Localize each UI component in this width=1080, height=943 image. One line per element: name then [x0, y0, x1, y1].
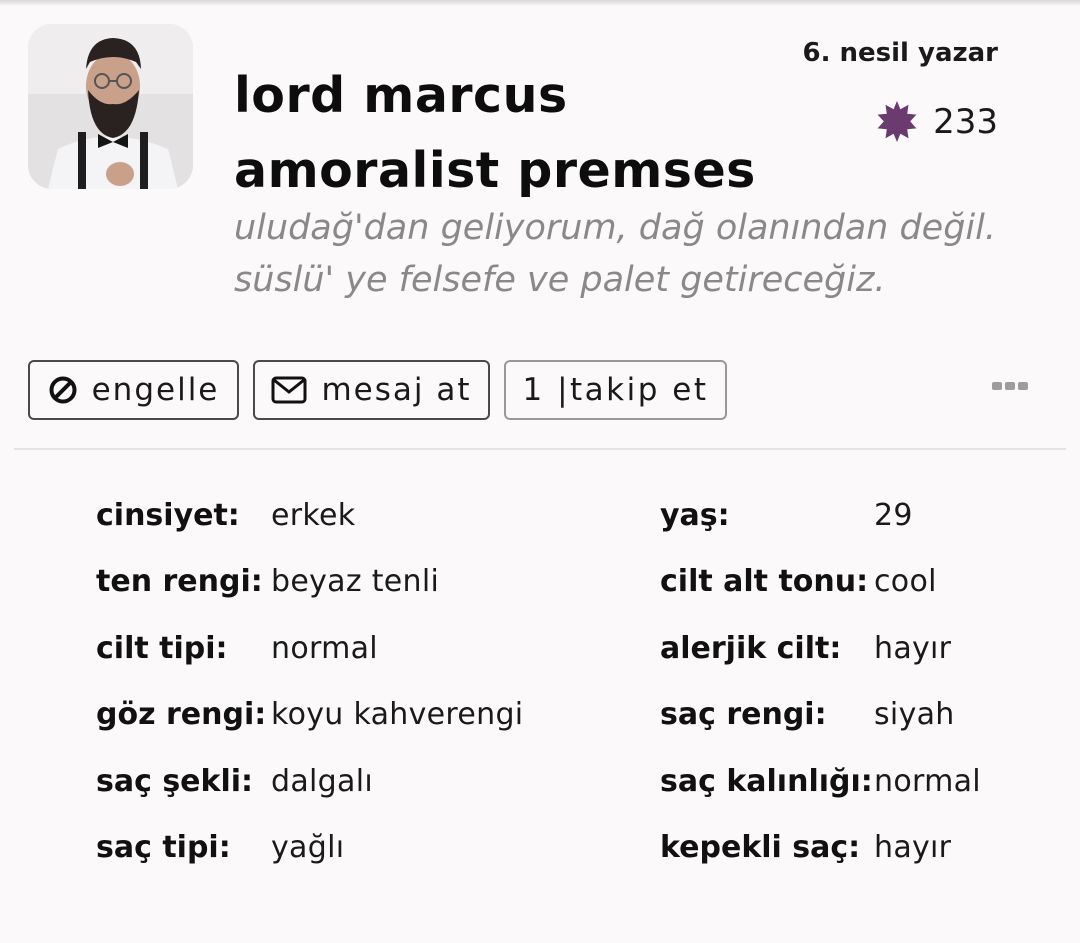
- attr-label: saç şekli:: [96, 764, 254, 799]
- attr-eye-color: göz rengi: koyu kahverengi: [96, 695, 523, 735]
- attr-allergic-skin: alerjik cilt: hayır: [660, 629, 951, 669]
- more-dots-icon[interactable]: [992, 382, 1028, 390]
- attr-hair-shape: saç şekli: dalgalı: [96, 762, 373, 802]
- attr-value: dalgalı: [271, 764, 373, 799]
- attr-value: hayır: [874, 631, 952, 666]
- purple-star-badge-icon: [877, 101, 917, 142]
- attr-dandruff: kepekli saç: hayır: [660, 828, 951, 868]
- attr-hair-type: saç tipi: yağlı: [96, 828, 344, 868]
- attr-value: hayır: [874, 830, 952, 865]
- attr-age: yaş: 29: [660, 496, 912, 536]
- bio-line2: süslü' ye felsefe ve palet getireceğiz.: [234, 260, 886, 300]
- attr-label: cilt alt tonu:: [660, 564, 869, 599]
- block-icon: [49, 376, 77, 404]
- more-dot: [1018, 382, 1028, 390]
- generation-label: 6. nesil yazar: [802, 38, 998, 68]
- follow-button-label: 1 |takip et: [522, 372, 709, 408]
- badge-score[interactable]: 233: [875, 100, 998, 144]
- attr-label: alerjik cilt:: [660, 631, 842, 666]
- attr-value: koyu kahverengi: [271, 697, 524, 732]
- section-divider: [14, 448, 1066, 450]
- attr-label: yaş:: [660, 498, 730, 533]
- attr-skin-color: ten rengi: beyaz tenli: [96, 562, 439, 602]
- top-shadow-line: [0, 0, 1080, 6]
- attr-label: kepekli saç:: [660, 830, 861, 865]
- attr-value: normal: [271, 631, 378, 666]
- attr-skin-type: cilt tipi: normal: [96, 629, 378, 669]
- attr-value: yağlı: [271, 830, 345, 865]
- block-button[interactable]: engelle: [28, 360, 239, 420]
- bio-line1: uludağ'dan geliyorum, dağ olanından deği…: [234, 208, 997, 248]
- profile-bio: uludağ'dan geliyorum, dağ olanından deği…: [234, 202, 1034, 306]
- bearded-man-avatar-icon: [28, 24, 193, 189]
- attr-label: cilt tipi:: [96, 631, 228, 666]
- attr-skin-undertone: cilt alt tonu: cool: [660, 562, 936, 602]
- attr-value: normal: [874, 764, 981, 799]
- more-dot: [992, 382, 1002, 390]
- attr-value: erkek: [271, 498, 356, 533]
- attr-gender: cinsiyet: erkek: [96, 496, 355, 536]
- attr-value: 29: [874, 498, 913, 533]
- block-button-label: engelle: [91, 372, 220, 408]
- attr-label: saç tipi:: [96, 830, 231, 865]
- attr-value: cool: [874, 564, 937, 599]
- attr-hair-color: saç rengi: siyah: [660, 695, 954, 735]
- envelope-icon: [271, 376, 307, 404]
- attr-value: siyah: [874, 697, 955, 732]
- attr-label: cinsiyet:: [96, 498, 240, 533]
- attr-label: saç rengi:: [660, 697, 827, 732]
- profile-name-line1: lord marcus: [234, 67, 568, 124]
- attr-value: beyaz tenli: [271, 564, 440, 599]
- profile-name-line2: amoralist premses: [234, 142, 756, 199]
- follow-button[interactable]: 1 |takip et: [504, 360, 727, 420]
- more-dot: [1005, 382, 1015, 390]
- message-button[interactable]: mesaj at: [253, 360, 490, 420]
- badge-count: 233: [933, 102, 998, 142]
- profile-name: lord marcus amoralist premses: [234, 58, 794, 208]
- attr-hair-thickness: saç kalınlığı: normal: [660, 762, 981, 802]
- attr-label: saç kalınlığı:: [660, 764, 873, 799]
- attr-label: ten rengi:: [96, 564, 263, 599]
- attr-label: göz rengi:: [96, 697, 267, 732]
- message-button-label: mesaj at: [321, 372, 472, 408]
- avatar[interactable]: [28, 24, 193, 189]
